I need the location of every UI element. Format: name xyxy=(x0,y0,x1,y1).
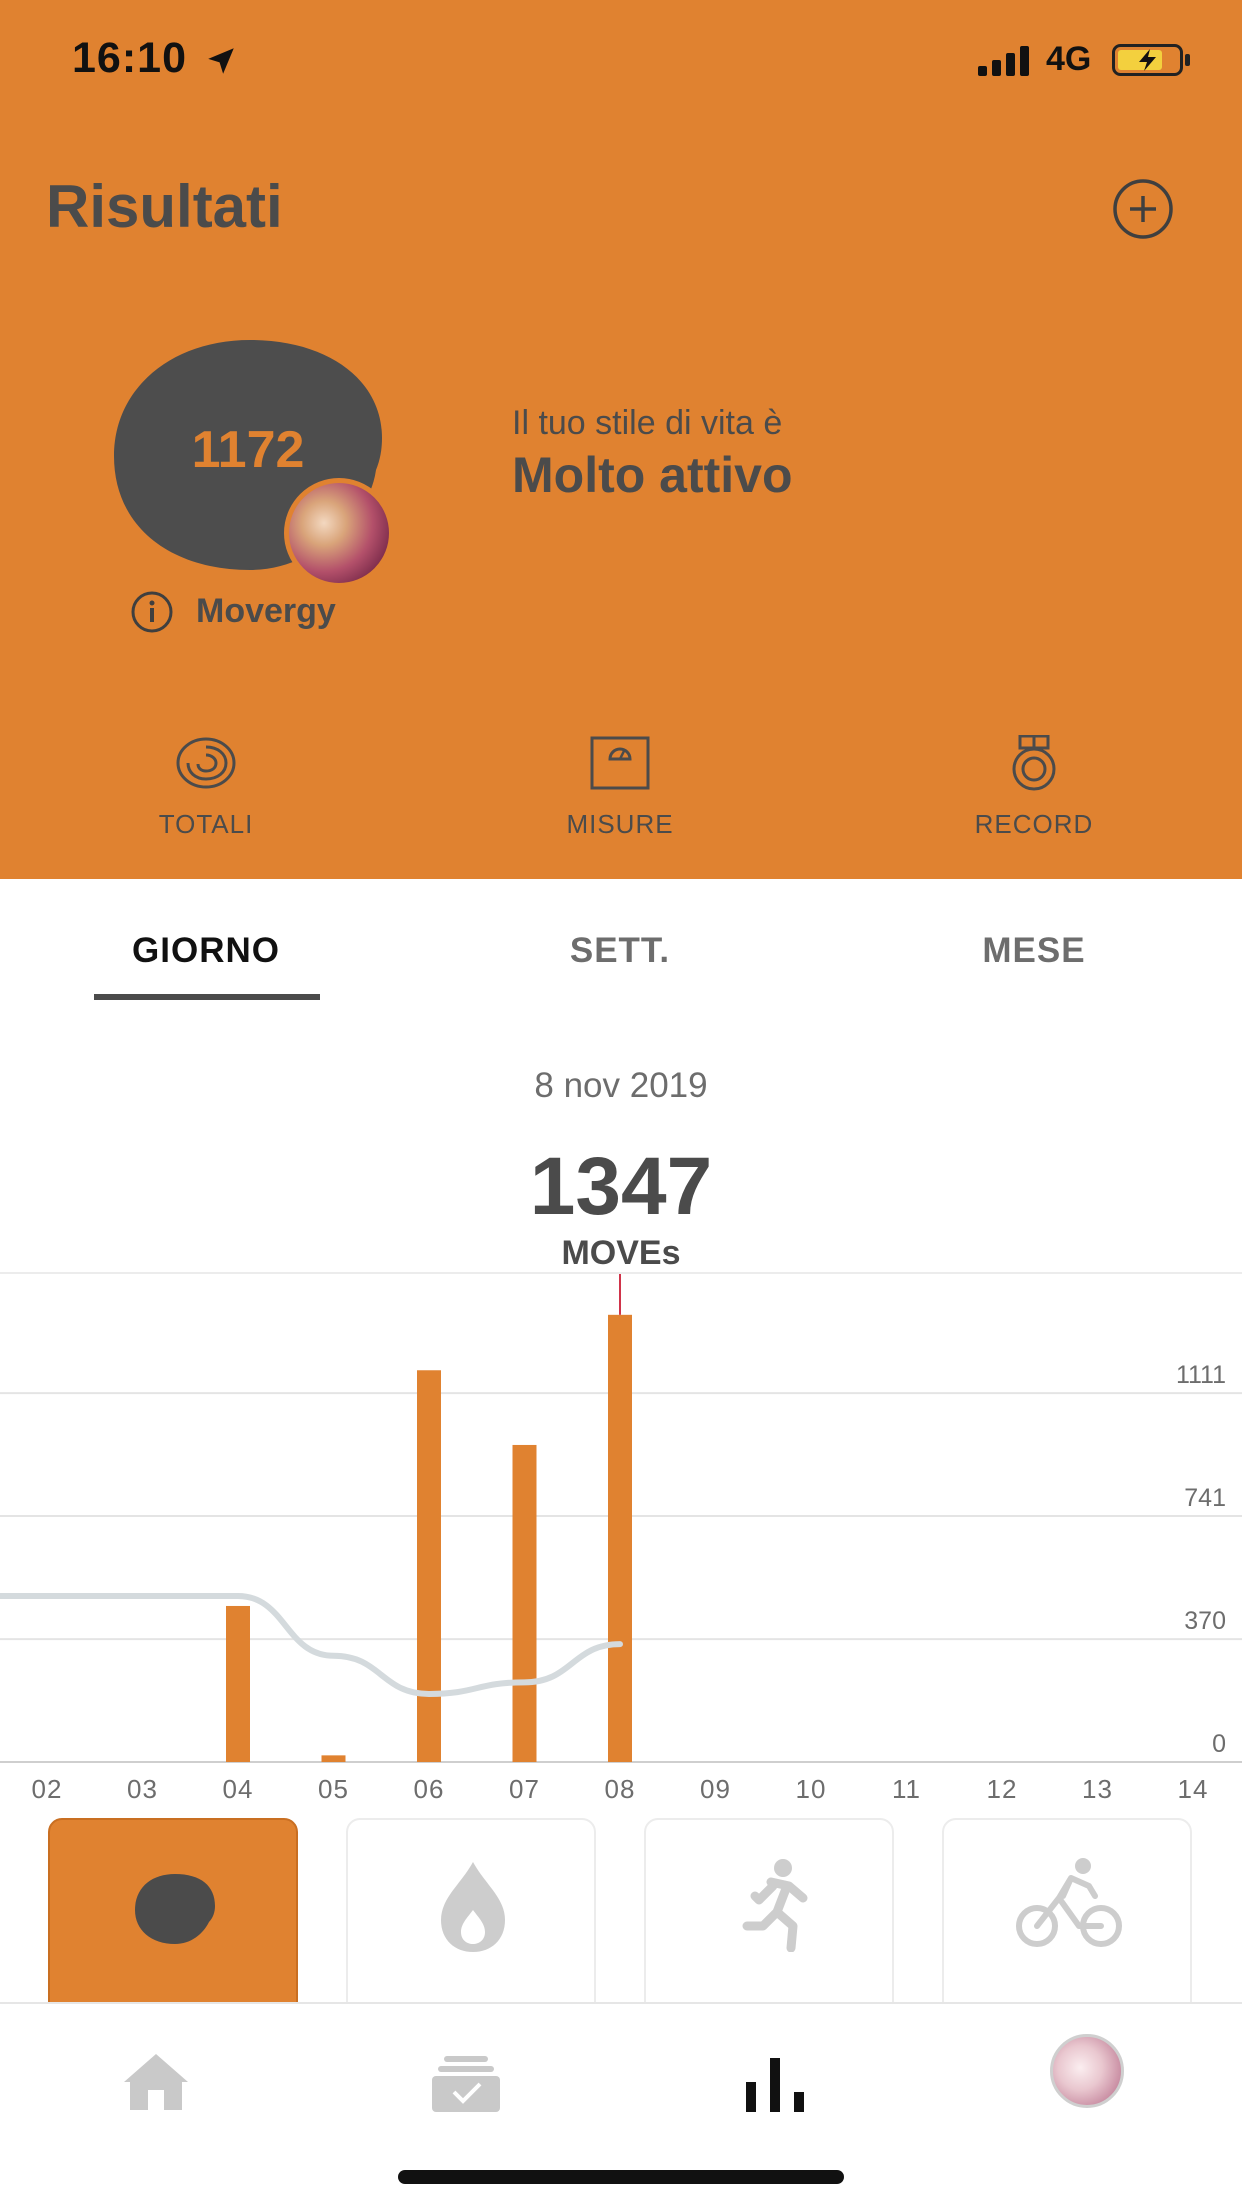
daily-moves-value: 1347 xyxy=(529,1141,713,1232)
period-tabs: GIORNO SETT. MESE xyxy=(0,879,1242,1009)
tab-day[interactable]: GIORNO xyxy=(56,931,356,971)
medal-icon xyxy=(1012,735,1056,791)
quick-link-label: TOTALI xyxy=(158,809,254,839)
network-type: 4G xyxy=(1046,40,1092,78)
chart-date: 8 nov 2019 xyxy=(534,1066,708,1105)
y-tick-label: 741 xyxy=(1184,1484,1226,1512)
movergy-label[interactable]: Movergy xyxy=(196,592,336,631)
add-button[interactable] xyxy=(1112,178,1174,240)
activities-icon[interactable] xyxy=(426,2046,506,2116)
moves-bar-chart[interactable]: 0 370 741 1111 02 03 04 05 06 07 08 09 10 11 12 13 14 xyxy=(0,1270,1242,1810)
info-icon[interactable] xyxy=(130,590,174,634)
results-icon[interactable] xyxy=(736,2046,816,2116)
chart-bar xyxy=(512,1444,537,1762)
quick-link-record[interactable]: RECORD xyxy=(924,735,1144,840)
category-calories[interactable] xyxy=(346,1818,596,2018)
y-tick-label: 1111 xyxy=(1176,1361,1226,1389)
x-tick-label: 09 xyxy=(700,1774,731,1804)
x-tick-label: 12 xyxy=(987,1774,1018,1804)
movergy-blob-icon xyxy=(135,1874,215,1944)
page-title: Risultati xyxy=(46,173,283,240)
tab-week[interactable]: SETT. xyxy=(470,931,770,971)
movergy-value: 1172 xyxy=(191,421,305,479)
x-tick-label: 02 xyxy=(32,1774,63,1804)
x-tick-label: 03 xyxy=(127,1774,158,1804)
category-running[interactable] xyxy=(644,1818,894,2018)
activity-categories xyxy=(0,1818,1242,2018)
category-movergy[interactable] xyxy=(48,1818,298,2018)
quick-link-totali[interactable]: TOTALI xyxy=(96,735,316,840)
status-time: 16:10 xyxy=(72,34,187,82)
lifestyle-prefix: Il tuo stile di vita è xyxy=(512,404,783,442)
x-tick-label: 04 xyxy=(223,1774,254,1804)
x-tick-label: 14 xyxy=(1178,1774,1209,1804)
status-bar: 16:10 4G xyxy=(0,0,1242,120)
y-tick-label: 370 xyxy=(1184,1607,1226,1635)
home-icon[interactable] xyxy=(116,2046,196,2116)
profile-avatar[interactable] xyxy=(1050,2034,1124,2108)
y-tick-label: 0 xyxy=(1212,1730,1226,1758)
x-tick-label: 06 xyxy=(414,1774,445,1804)
category-cycling[interactable] xyxy=(942,1818,1192,2018)
location-arrow-icon xyxy=(208,48,234,74)
scale-icon xyxy=(590,736,650,790)
chart-bar xyxy=(608,1314,632,1762)
quick-link-misure[interactable]: MISURE xyxy=(510,735,730,840)
quick-link-label: RECORD xyxy=(974,809,1094,839)
daily-moves-unit: MOVEs xyxy=(561,1234,681,1272)
flame-icon xyxy=(441,1862,505,1952)
rings-icon xyxy=(176,737,236,789)
avatar[interactable] xyxy=(284,478,394,588)
battery-icon xyxy=(1112,44,1190,76)
chart-bar xyxy=(226,1605,250,1762)
chart-bar xyxy=(321,1755,346,1762)
x-tick-label: 11 xyxy=(892,1774,921,1804)
x-tick-label: 07 xyxy=(509,1774,540,1804)
x-tick-label: 13 xyxy=(1082,1774,1113,1804)
quick-link-label: MISURE xyxy=(566,809,674,839)
x-tick-label: 10 xyxy=(796,1774,827,1804)
chart-bar xyxy=(417,1370,441,1762)
lifestyle-value: Molto attivo xyxy=(512,447,793,503)
active-tab-indicator xyxy=(94,994,320,1000)
signal-icon xyxy=(978,46,1029,76)
home-indicator xyxy=(398,2170,844,2184)
cyclist-icon xyxy=(1016,1858,1122,1947)
x-tick-label: 08 xyxy=(605,1774,636,1804)
runner-icon xyxy=(742,1859,808,1952)
x-tick-label: 05 xyxy=(318,1774,349,1804)
tab-month[interactable]: MESE xyxy=(884,931,1184,971)
